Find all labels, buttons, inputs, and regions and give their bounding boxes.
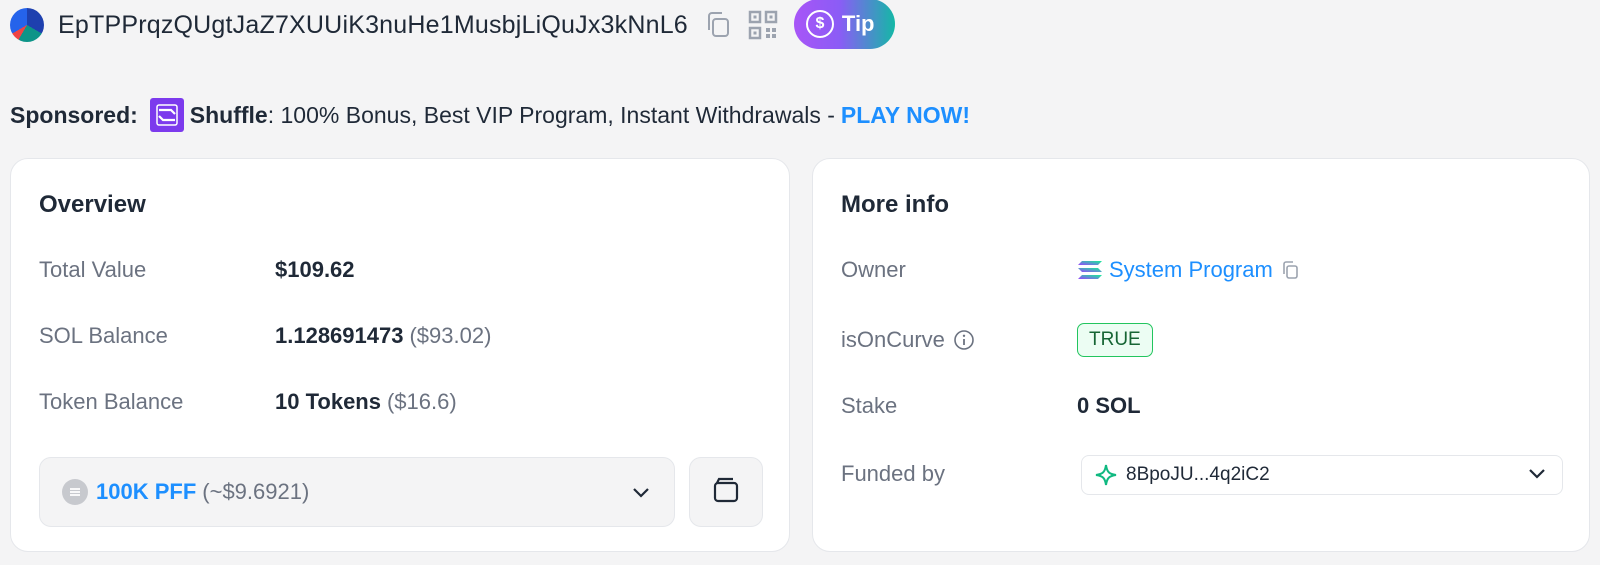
stake-label: Stake [841, 393, 898, 418]
tip-label: Tip [841, 11, 875, 36]
token-balance-usd: ($16.6) [386, 389, 457, 414]
token-name: 100K PFF [96, 479, 197, 504]
solana-icon [1077, 259, 1103, 281]
overview-card: Overview Total Value $109.62 SOL Balance… [10, 158, 790, 552]
sol-balance-label: SOL Balance [39, 323, 168, 348]
sol-balance-amount: 1.128691473 [275, 323, 404, 348]
sponsored-label: Sponsored: [10, 101, 138, 128]
dollar-coin-icon: $ [805, 10, 834, 38]
token-coin-icon [62, 479, 88, 505]
owner-label: Owner [841, 257, 906, 282]
wallet-button[interactable] [689, 457, 763, 527]
sponsor-description: : 100% Bonus, Best VIP Program, Instant … [267, 101, 835, 128]
sol-balance: 1.128691473 ($93.02) [275, 323, 491, 349]
funded-by-label: Funded by [841, 461, 945, 486]
is-on-curve-text: isOnCurve [841, 327, 945, 352]
sponsored-banner: Sponsored: Shuffle : 100% Bonus, Best VI… [10, 98, 970, 132]
copy-icon[interactable] [704, 10, 732, 40]
true-badge: TRUE [1077, 323, 1153, 357]
total-value-amount: $109.62 [275, 257, 355, 282]
qr-code-icon[interactable] [748, 10, 778, 40]
is-on-curve-label: isOnCurve [841, 327, 975, 353]
info-icon[interactable] [953, 329, 975, 351]
token-usd-value: (~$9.6921) [202, 479, 310, 504]
is-on-curve-value: TRUE [1077, 323, 1153, 357]
account-address: EpTPPrqzQUgtJaZ7XUUiK3nuHe1MusbjLiQuJx3k… [58, 10, 688, 39]
stake-amount: 0 SOL [1077, 393, 1141, 418]
play-now-link[interactable]: PLAY NOW! [841, 102, 970, 129]
copy-icon[interactable] [1281, 260, 1299, 280]
stake-value: 0 SOL [1077, 393, 1141, 419]
tip-button[interactable]: $ Tip [793, 0, 895, 49]
shuffle-logo-icon [149, 98, 184, 132]
overview-title: Overview [39, 191, 146, 218]
account-avatar [10, 8, 44, 42]
chevron-down-icon [1528, 464, 1546, 486]
funded-by-dropdown[interactable]: 8BpoJU...4q2iC2 [1081, 455, 1563, 495]
token-balance-label: Token Balance [39, 389, 184, 414]
owner-link[interactable]: System Program [1109, 257, 1273, 283]
chevron-down-icon [632, 479, 650, 505]
sol-balance-usd: ($93.02) [409, 323, 492, 348]
sparkle-icon [1094, 463, 1118, 487]
wallet-icon [712, 476, 740, 509]
token-balance-amount: 10 Tokens [275, 389, 381, 414]
funder-address: 8BpoJU...4q2iC2 [1126, 464, 1270, 485]
owner-value: System Program [1077, 257, 1299, 283]
total-value: $109.62 [275, 257, 355, 283]
sponsor-brand-link[interactable]: Shuffle [190, 102, 268, 129]
account-header: EpTPPrqzQUgtJaZ7XUUiK3nuHe1MusbjLiQuJx3k… [10, 0, 895, 50]
token-balance: 10 Tokens ($16.6) [275, 389, 457, 415]
token-dropdown[interactable]: 100K PFF (~$9.6921) [39, 457, 675, 527]
more-info-title: More info [841, 191, 949, 218]
more-info-card: More info Owner System Program isOnCurve… [812, 158, 1590, 552]
total-value-label: Total Value [39, 257, 147, 282]
